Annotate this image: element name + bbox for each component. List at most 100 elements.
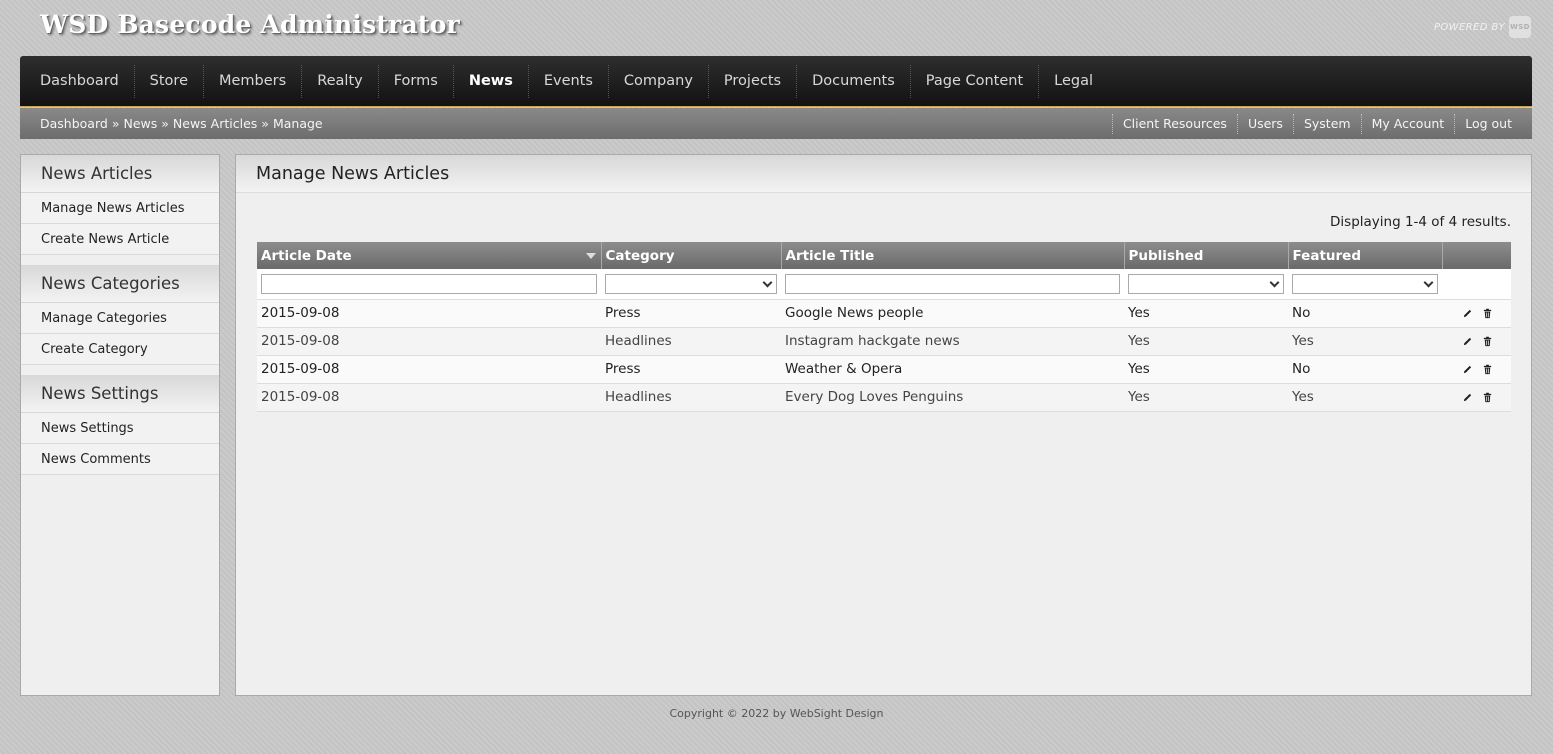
my-account-link[interactable]: My Account (1360, 113, 1455, 134)
edit-icon[interactable] (1462, 392, 1473, 403)
cell-category: Headlines (601, 383, 781, 412)
cell-published: Yes (1124, 383, 1288, 412)
cell-article-date: 2015-09-08 (257, 299, 601, 328)
delete-icon[interactable] (1482, 392, 1493, 403)
edit-icon[interactable] (1462, 364, 1473, 375)
table-row: 2015-09-08 Headlines Instagram hackgate … (257, 327, 1511, 356)
edit-icon[interactable] (1462, 336, 1473, 347)
breadcrumb-news-articles[interactable]: News Articles (173, 116, 257, 131)
sidebar-divider (21, 365, 219, 375)
sidebar-heading-news-articles: News Articles (21, 155, 219, 193)
sidebar-item-news-comments[interactable]: News Comments (21, 444, 219, 475)
table-header-row: Article Date Category Article Title Publ… (257, 242, 1511, 269)
column-header-published[interactable]: Published (1124, 242, 1289, 269)
cell-category: Headlines (601, 327, 781, 356)
cell-actions (1442, 383, 1511, 412)
cell-article-date: 2015-09-08 (257, 355, 601, 384)
cell-article-date: 2015-09-08 (257, 327, 601, 356)
sort-desc-icon (585, 253, 596, 259)
cell-article-title: Instagram hackgate news (781, 327, 1124, 356)
article-title-filter[interactable] (785, 273, 1120, 294)
cell-category: Press (601, 299, 781, 328)
chevron-down-icon (762, 277, 773, 288)
articles-table: Article Date Category Article Title Publ… (257, 242, 1511, 412)
breadcrumb-separator: » (161, 116, 169, 131)
cell-featured: No (1288, 355, 1442, 384)
cell-actions (1442, 327, 1511, 356)
nav-item-dashboard[interactable]: Dashboard (20, 64, 135, 98)
delete-icon[interactable] (1482, 336, 1493, 347)
cell-article-title: Weather & Opera (781, 355, 1124, 384)
breadcrumb-news[interactable]: News (123, 116, 157, 131)
breadcrumb-separator: » (261, 116, 269, 131)
sidebar-heading-news-categories: News Categories (21, 265, 219, 303)
users-link[interactable]: Users (1236, 113, 1293, 134)
footer-copyright: Copyright © 2022 by WebSight Design (669, 707, 884, 720)
sidebar-divider (21, 255, 219, 265)
sidebar-heading-news-settings: News Settings (21, 375, 219, 413)
log-out-link[interactable]: Log out (1454, 113, 1522, 134)
delete-icon[interactable] (1482, 364, 1493, 375)
nav-item-page-content[interactable]: Page Content (911, 64, 1040, 98)
cell-published: Yes (1124, 327, 1288, 356)
app-title: WSD Basecode Administrator (40, 10, 460, 39)
system-link[interactable]: System (1292, 113, 1361, 134)
cell-featured: Yes (1288, 327, 1442, 356)
cell-published: Yes (1124, 299, 1288, 328)
sidebar-item-manage-news-articles[interactable]: Manage News Articles (21, 193, 219, 224)
nav-item-company[interactable]: Company (609, 64, 709, 98)
table-row: 2015-09-08 Press Google News people Yes … (257, 299, 1511, 328)
category-filter-select[interactable] (605, 273, 777, 294)
cell-featured: Yes (1288, 383, 1442, 412)
wsd-logo-icon: WSD (1509, 16, 1531, 38)
nav-item-realty[interactable]: Realty (302, 64, 379, 98)
nav-item-legal[interactable]: Legal (1039, 65, 1108, 98)
powered-by: POWERED BY WSD (1434, 16, 1531, 38)
cell-actions (1442, 355, 1511, 384)
cell-featured: No (1288, 299, 1442, 328)
article-date-filter[interactable] (261, 273, 597, 294)
cell-actions (1442, 299, 1511, 328)
breadcrumb-separator: » (111, 116, 120, 131)
nav-item-store[interactable]: Store (135, 64, 204, 98)
column-header-actions (1442, 242, 1511, 269)
table-row: 2015-09-08 Headlines Every Dog Loves Pen… (257, 383, 1511, 412)
column-header-category[interactable]: Category (601, 242, 782, 269)
nav-item-news[interactable]: News (454, 64, 529, 98)
published-filter-select[interactable] (1128, 273, 1284, 294)
sidebar-item-manage-categories[interactable]: Manage Categories (21, 303, 219, 334)
filter-row (257, 269, 1511, 300)
breadcrumb-dashboard[interactable]: Dashboard (40, 116, 108, 131)
sub-nav: Dashboard » News » News Articles » Manag… (20, 108, 1532, 139)
client-resources-link[interactable]: Client Resources (1111, 113, 1237, 134)
main-content: Manage News Articles Displaying 1-4 of 4… (235, 154, 1532, 696)
sidebar-item-news-settings[interactable]: News Settings (21, 413, 219, 444)
cell-article-title: Google News people (781, 299, 1124, 328)
cell-article-date: 2015-09-08 (257, 383, 601, 412)
nav-item-forms[interactable]: Forms (379, 64, 454, 98)
breadcrumb-manage: Manage (272, 116, 323, 131)
results-summary: Displaying 1-4 of 4 results. (1330, 214, 1511, 230)
chevron-down-icon (1269, 277, 1280, 288)
column-header-article-date[interactable]: Article Date (257, 242, 602, 269)
utility-links: Client Resources Users System My Account… (1111, 113, 1532, 134)
cell-category: Press (601, 355, 781, 384)
powered-by-label: POWERED BY (1433, 21, 1505, 33)
cell-article-title: Every Dog Loves Penguins (781, 383, 1124, 412)
delete-icon[interactable] (1482, 308, 1493, 319)
edit-icon[interactable] (1462, 308, 1473, 319)
nav-item-projects[interactable]: Projects (709, 64, 798, 98)
sidebar-item-create-news-article[interactable]: Create News Article (21, 224, 219, 255)
nav-item-documents[interactable]: Documents (797, 64, 911, 98)
column-header-article-title[interactable]: Article Title (781, 242, 1125, 269)
main-nav: Dashboard Store Members Realty Forms New… (20, 56, 1532, 107)
column-header-label: Article Date (261, 247, 352, 264)
nav-item-events[interactable]: Events (529, 64, 609, 98)
column-header-featured[interactable]: Featured (1288, 242, 1443, 269)
chevron-down-icon (1423, 277, 1434, 288)
cell-published: Yes (1124, 355, 1288, 384)
sidebar-item-create-category[interactable]: Create Category (21, 334, 219, 365)
page-title: Manage News Articles (236, 155, 1531, 193)
nav-item-members[interactable]: Members (204, 64, 303, 98)
featured-filter-select[interactable] (1292, 273, 1438, 294)
